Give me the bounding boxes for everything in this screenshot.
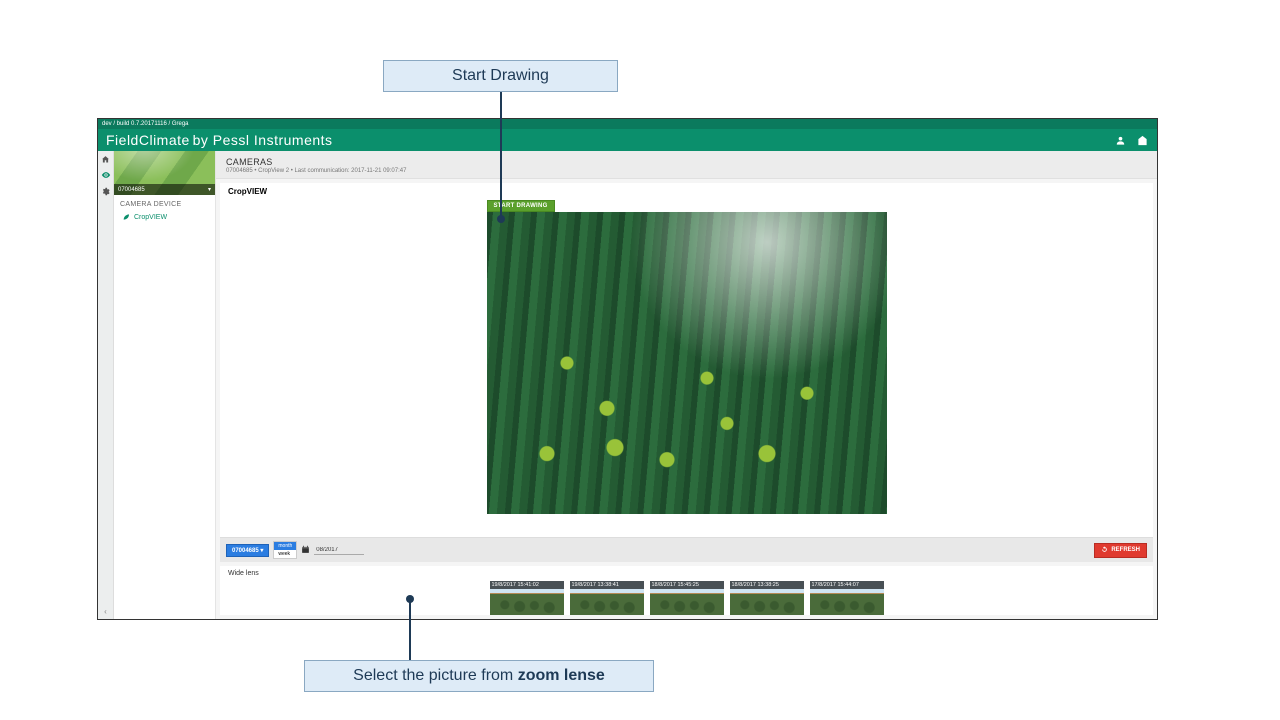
sidebar-item-label: CropVIEW	[134, 214, 167, 221]
station-id: 07004685	[118, 187, 145, 193]
sidebar-item-cropview[interactable]: CropVIEW	[114, 211, 215, 223]
station-hero[interactable]: 07004685 ▾	[114, 151, 215, 195]
build-label: dev / build 0.7.20171116 / Grega	[98, 119, 1157, 129]
gear-icon[interactable]	[100, 185, 112, 197]
callout-zoom-lense: Select the picture from zoom lense	[304, 660, 654, 692]
thumb-ts: 18/8/2017 13:38:25	[730, 581, 804, 589]
start-drawing-button[interactable]: START DRAWING	[487, 200, 555, 212]
sidebar: 07004685 ▾ CAMERA DEVICE CropVIEW	[114, 151, 216, 619]
station-dropdown[interactable]: 07004685 ▾	[226, 544, 269, 557]
eye-icon[interactable]	[100, 169, 112, 181]
thumb-item[interactable]: 19/8/2017 13:38:41	[570, 581, 644, 615]
panel-body: START DRAWING	[220, 200, 1153, 537]
icon-rail: ‹	[98, 151, 114, 619]
chevron-down-icon: ▾	[208, 186, 211, 193]
thumb-item[interactable]: 18/8/2017 15:45:25	[650, 581, 724, 615]
thumb-item[interactable]: 19/8/2017 15:41:02	[490, 581, 564, 615]
seg-week[interactable]: week	[274, 550, 296, 558]
collapse-icon[interactable]: ‹	[100, 605, 112, 617]
cropview-panel: CropVIEW START DRAWING 07004685 ▾ month …	[220, 183, 1153, 562]
page-header: CAMERAS 07004685 • CropView 2 • Last com…	[216, 151, 1157, 179]
camera-image[interactable]	[487, 212, 887, 514]
callout-bottom-bold: zoom lense	[518, 667, 605, 684]
callout-bottom-prefix: Select the picture from	[353, 667, 518, 684]
callout-dot-bottom	[406, 595, 414, 603]
thumb-ts: 19/8/2017 15:41:02	[490, 581, 564, 589]
brand-sub: by Pessl Instruments	[193, 132, 333, 148]
main: CAMERAS 07004685 • CropView 2 • Last com…	[216, 151, 1157, 619]
refresh-icon	[1101, 546, 1108, 555]
thumbs-title: Wide lens	[228, 570, 1145, 577]
thumbs-panel: Wide lens 19/8/2017 15:41:02 19/8/2017 1…	[220, 566, 1153, 615]
brand: FieldClimate by Pessl Instruments	[106, 132, 333, 148]
page-subtitle: 07004685 • CropView 2 • Last communicati…	[226, 168, 1147, 174]
page-title: CAMERAS	[226, 157, 1147, 167]
sidebar-section-title: CAMERA DEVICE	[114, 195, 215, 211]
brand-bar: FieldClimate by Pessl Instruments	[98, 129, 1157, 151]
user-icon[interactable]	[1113, 133, 1127, 147]
callout-start-drawing: Start Drawing	[383, 60, 618, 92]
callout-dot-top	[497, 215, 505, 223]
thumbs-row: 19/8/2017 15:41:02 19/8/2017 13:38:41 18…	[228, 581, 1145, 615]
callout-line-top	[500, 92, 502, 216]
help-icon[interactable]	[1135, 133, 1149, 147]
thumb-ts: 18/8/2017 15:45:25	[650, 581, 724, 589]
panel-footer: 07004685 ▾ month week REFRESH	[220, 537, 1153, 562]
thumb-ts: 17/8/2017 15:44:07	[810, 581, 884, 589]
callout-line-bottom	[409, 600, 411, 660]
home-icon[interactable]	[100, 153, 112, 165]
thumb-ts: 19/8/2017 13:38:41	[570, 581, 644, 589]
thumb-item[interactable]: 17/8/2017 15:44:07	[810, 581, 884, 615]
brand-name: FieldClimate	[106, 132, 190, 148]
panel-title: CropVIEW	[220, 183, 1153, 200]
period-segmented: month week	[273, 541, 297, 559]
leaf-icon	[122, 213, 130, 221]
refresh-button[interactable]: REFRESH	[1094, 543, 1147, 558]
refresh-label: REFRESH	[1111, 547, 1140, 553]
month-input[interactable]	[314, 546, 364, 555]
calendar-icon[interactable]	[301, 545, 310, 556]
thumb-item[interactable]: 18/8/2017 13:38:25	[730, 581, 804, 615]
seg-month[interactable]: month	[274, 542, 296, 550]
app-frame: dev / build 0.7.20171116 / Grega FieldCl…	[97, 118, 1158, 620]
